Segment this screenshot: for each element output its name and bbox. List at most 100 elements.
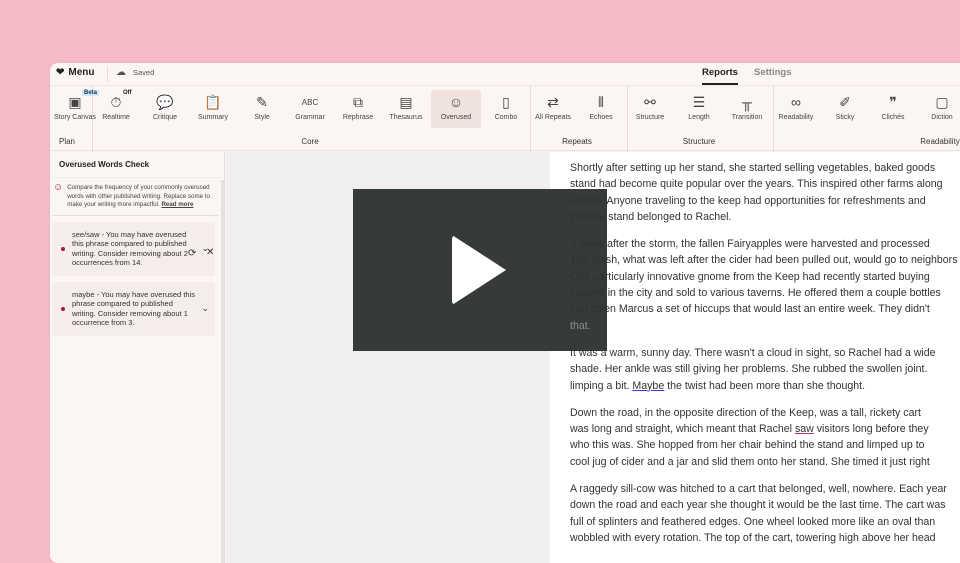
tool-summary[interactable]: 📋 Summary bbox=[188, 90, 238, 122]
tab-settings[interactable]: Settings bbox=[754, 67, 791, 78]
quote-icon: ❞ bbox=[889, 93, 897, 110]
text-line: full of splinters and feathered edges. O… bbox=[570, 515, 936, 528]
tool-label: Realtime bbox=[102, 114, 130, 121]
group-label-core: Core bbox=[301, 137, 319, 146]
paragraph: Down the road, in the opposite direction… bbox=[570, 405, 960, 470]
text-line: visitors long before they bbox=[813, 423, 929, 436]
tool-echoes[interactable]: ⦀ Echoes bbox=[576, 90, 626, 122]
tool-label: Clichés bbox=[881, 114, 905, 121]
play-icon[interactable] bbox=[452, 235, 506, 305]
tool-rephrase[interactable]: ⧉ Rephrase bbox=[333, 90, 383, 122]
glasses-icon: ∞ bbox=[791, 94, 801, 110]
tool-structure[interactable]: ⚯ Structure bbox=[625, 90, 675, 122]
text-line: down the road and each year she thought … bbox=[570, 499, 946, 512]
text-line: The mash, what was left after the cider … bbox=[570, 254, 958, 267]
tool-label: Overused bbox=[440, 114, 472, 121]
text-line: maybe - You may have overused this phras… bbox=[72, 289, 195, 328]
chevron-down-icon[interactable]: ⌄ bbox=[201, 303, 209, 314]
tool-overused[interactable]: ☺ Overused bbox=[431, 90, 481, 128]
tool-label: Critique bbox=[152, 114, 178, 121]
tool-clich-s[interactable]: ❞ Clichés bbox=[868, 90, 918, 122]
text-line: was long and straight, which meant that … bbox=[570, 423, 795, 436]
bridge-icon: ╥ bbox=[742, 94, 752, 110]
tool-sticky[interactable]: ✐ Sticky bbox=[820, 90, 870, 122]
text-line: One particularly innovative gnome from t… bbox=[570, 270, 930, 283]
tool-label: Length bbox=[688, 114, 710, 121]
tool-label: Rephrase bbox=[342, 114, 374, 121]
refresh-icon[interactable]: ⟳ bbox=[188, 248, 196, 259]
overused-face-icon: ☺ bbox=[53, 182, 64, 193]
heart-logo-icon: ❤ bbox=[56, 67, 65, 78]
tool-label: Diction bbox=[931, 114, 953, 121]
highlight-saw[interactable]: saw bbox=[795, 423, 814, 435]
cloud-icon: ☁ bbox=[116, 67, 126, 78]
tool-label: Readability bbox=[778, 114, 814, 121]
tool-grammar[interactable]: ABC Grammar bbox=[285, 90, 335, 122]
clipboard-icon: 📋 bbox=[204, 93, 222, 110]
text-line: cool jug of cider and a jar and slid the… bbox=[570, 455, 930, 468]
suggestion-card[interactable]: maybe - You may have overused this phras… bbox=[53, 281, 215, 336]
text-line: A week after the storm, the fallen Fairy… bbox=[570, 238, 930, 251]
text-line: brewed in the city and sold to various t… bbox=[570, 287, 941, 300]
severity-dot bbox=[61, 306, 65, 311]
tool-label: Thesaurus bbox=[389, 114, 423, 121]
save-status: ☁ Saved bbox=[116, 67, 154, 78]
paragraph: A week after the storm, the fallen Fairy… bbox=[570, 236, 960, 334]
tool-all-repeats[interactable]: ⇄ All Repeats bbox=[528, 90, 578, 122]
overused-panel: Overused Words Check ⟳ ✕ ☺ Compare the fr… bbox=[50, 152, 225, 563]
book-icon: ▤ bbox=[399, 93, 413, 110]
top-bar: ❤ Menu ☁ Saved Reports Settings bbox=[50, 63, 960, 85]
tool-realtime[interactable]: ⏱ Off Realtime bbox=[91, 90, 141, 121]
rephrase-icon: ⧉ bbox=[353, 93, 363, 110]
text-line: limping a bit. bbox=[570, 379, 633, 392]
text-line: Menu bbox=[68, 67, 95, 78]
group-label-readability: Readability bbox=[920, 137, 960, 146]
diction-icon: ▢ bbox=[935, 93, 949, 110]
video-play-overlay[interactable] bbox=[353, 189, 607, 351]
paragraph: It was a warm, sunny day. There wasn't a… bbox=[570, 345, 960, 394]
tool-critique[interactable]: 💬 Critique bbox=[140, 90, 190, 122]
panel-scrollbar[interactable] bbox=[221, 180, 224, 563]
panel-title: Overused Words Check bbox=[59, 160, 150, 169]
pen-icon: ✎ bbox=[256, 93, 268, 110]
menu-button[interactable]: ❤ Menu bbox=[56, 67, 95, 78]
tool-length[interactable]: ☰ Length bbox=[674, 90, 724, 122]
highlight-maybe[interactable]: Maybe bbox=[632, 380, 664, 392]
group-label-plan: Plan bbox=[58, 137, 76, 146]
sound-wave-icon: ⦀ bbox=[597, 93, 605, 110]
text-line: shade. Her ankle was still giving her pr… bbox=[570, 363, 928, 376]
text-line: wobbled with every rotation. The top of … bbox=[570, 531, 936, 544]
tool-label: All Repeats bbox=[535, 114, 571, 121]
badge: Off bbox=[123, 90, 132, 96]
text-line: Shortly after setting up her stand, she … bbox=[570, 162, 936, 174]
text-line: that. bbox=[570, 319, 591, 332]
group-label-structure: Structure bbox=[682, 137, 716, 146]
read-more-link[interactable]: Read more bbox=[161, 201, 193, 208]
tool-label: Sticky bbox=[835, 114, 855, 121]
tool-style[interactable]: ✎ Style bbox=[237, 90, 287, 122]
tab-reports[interactable]: Reports bbox=[702, 67, 738, 85]
close-icon[interactable]: ✕ bbox=[206, 247, 214, 258]
tool-diction[interactable]: ▢ Diction bbox=[917, 90, 960, 122]
text-line: ABC bbox=[301, 97, 319, 107]
toolbar: Plan Core Repeats Structure Readability … bbox=[50, 85, 960, 152]
timer-icon: ⏱ Off bbox=[110, 90, 132, 110]
tool-readability[interactable]: ∞ Readability bbox=[771, 90, 821, 121]
text-line: who this was. She hopped from her chair … bbox=[570, 439, 925, 452]
combo-icon: ▯ bbox=[502, 93, 510, 110]
tool-label: Style bbox=[254, 114, 270, 121]
severity-dot bbox=[61, 246, 65, 251]
document-editor[interactable]: Shortly after setting up her stand, she … bbox=[550, 152, 960, 563]
tool-thesaurus[interactable]: ▤ Thesaurus bbox=[381, 90, 431, 122]
paragraph: A raggedy sill-cow was hitched to a cart… bbox=[570, 481, 960, 546]
tool-label: Transition bbox=[731, 114, 763, 121]
text-line: Down the road, in the opposite direction… bbox=[570, 406, 921, 419]
face-icon: ☺ bbox=[448, 94, 464, 110]
text-line: stands. Anyone traveling to the keep had… bbox=[570, 194, 926, 207]
paragraph: Shortly after setting up her stand, she … bbox=[570, 160, 960, 225]
tool-transition[interactable]: ╥ Transition bbox=[722, 90, 772, 121]
tool-combo[interactable]: ▯ Combo bbox=[481, 90, 531, 122]
text-line: Saved bbox=[133, 68, 155, 77]
group-label-repeats: Repeats bbox=[562, 137, 592, 146]
tool-label: Combo bbox=[494, 114, 518, 121]
